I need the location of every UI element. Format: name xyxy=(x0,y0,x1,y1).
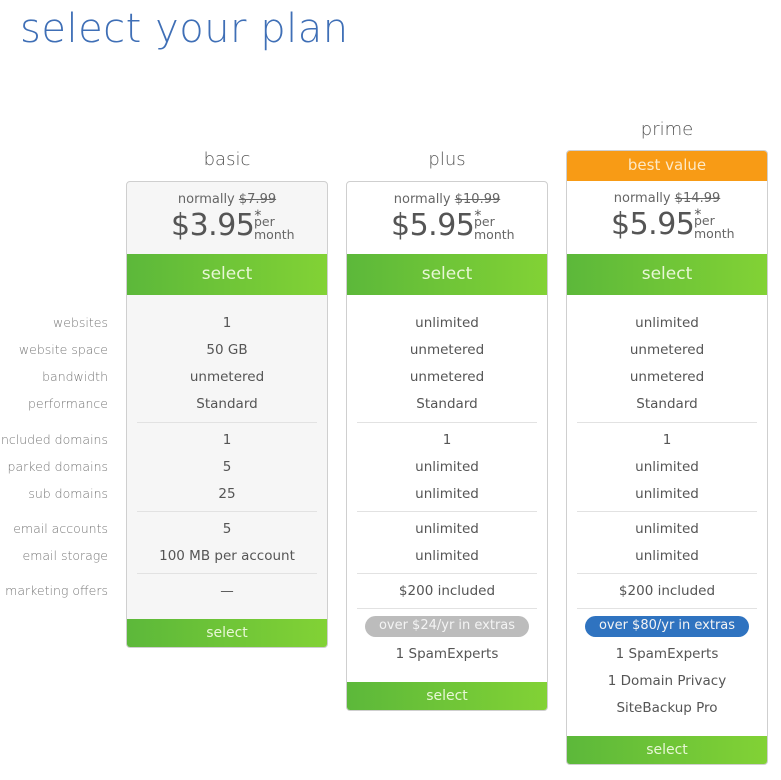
divider xyxy=(137,422,317,423)
price: $3.95* xyxy=(171,208,261,243)
feature-sub-domains: unlimited xyxy=(415,486,479,502)
divider xyxy=(357,422,537,423)
price: $5.95* xyxy=(611,207,701,242)
page-title: select your plan xyxy=(20,6,349,52)
feature-marketing-offers: $200 included xyxy=(398,583,496,599)
plan-card-prime: best value normally $14.99 $5.95* per mon… xyxy=(566,150,768,765)
bottom-select-button-prime[interactable]: select xyxy=(567,736,767,764)
plan-name-plus: plus xyxy=(428,149,466,170)
best-value-badge: best value xyxy=(567,151,767,181)
month-label: month xyxy=(474,227,515,242)
price-box: normally $10.99 $5.95* per month xyxy=(347,182,547,254)
label-marketing-offers: marketing offers xyxy=(5,583,108,598)
label-email-accounts: email accounts xyxy=(13,521,108,536)
normal-price: normally $14.99 xyxy=(567,191,767,206)
normally-label: normally xyxy=(393,192,451,207)
normal-price: normally $7.99 xyxy=(127,192,327,207)
divider xyxy=(577,511,757,512)
bottom-select-button-basic[interactable]: select xyxy=(127,619,327,647)
feature-bandwidth: unmetered xyxy=(629,369,705,385)
price-value: $3.95 xyxy=(171,208,255,243)
feature-performance: Standard xyxy=(196,396,258,412)
month-label: month xyxy=(694,226,735,241)
price-box: normally $7.99 $3.95* per month xyxy=(127,182,327,254)
feature-website-space: unmetered xyxy=(629,342,705,358)
divider xyxy=(577,422,757,423)
old-price: $14.99 xyxy=(674,191,721,206)
price: $5.95* xyxy=(391,208,481,243)
feature-included-domains: 1 xyxy=(222,432,232,448)
feature-performance: Standard xyxy=(416,396,478,412)
extra-item-domain-privacy: 1 Domain Privacy xyxy=(607,673,727,689)
label-email-storage: email storage xyxy=(22,548,109,563)
feature-marketing-offers: — xyxy=(220,583,234,599)
divider xyxy=(137,511,317,512)
select-button-basic[interactable]: select xyxy=(127,254,327,295)
feature-email-storage: unlimited xyxy=(415,548,479,564)
normally-label: normally xyxy=(613,191,671,206)
per-month: per month xyxy=(254,215,295,241)
feature-websites: 1 xyxy=(222,315,232,331)
extras-badge-prime: over $80/yr in extras xyxy=(585,616,749,637)
feature-bandwidth: unmetered xyxy=(409,369,485,385)
divider xyxy=(357,573,537,574)
feature-marketing-offers: $200 included xyxy=(618,583,716,599)
plan-name-prime: prime xyxy=(640,119,694,140)
divider xyxy=(577,573,757,574)
divider xyxy=(357,608,537,609)
normally-label: normally xyxy=(177,192,235,207)
feature-parked-domains: 5 xyxy=(222,459,232,475)
label-performance: performance xyxy=(27,396,108,411)
divider xyxy=(357,511,537,512)
price-value: $5.95 xyxy=(391,208,475,243)
feature-parked-domains: unlimited xyxy=(635,459,699,475)
label-included-domains: included domains xyxy=(0,432,108,447)
select-button-plus[interactable]: select xyxy=(347,254,547,295)
feature-email-accounts: unlimited xyxy=(415,521,479,537)
extra-item-spamexperts: 1 SpamExperts xyxy=(395,646,499,662)
feature-website-space: 50 GB xyxy=(206,342,248,358)
feature-websites: unlimited xyxy=(415,315,479,331)
feature-email-storage: unlimited xyxy=(635,548,699,564)
month-label: month xyxy=(254,227,295,242)
select-button-prime[interactable]: select xyxy=(567,254,767,295)
feature-performance: Standard xyxy=(636,396,698,412)
feature-email-accounts: unlimited xyxy=(635,521,699,537)
plan-name-basic: basic xyxy=(203,149,251,170)
feature-sub-domains: 25 xyxy=(218,486,236,502)
feature-email-storage: 100 MB per account xyxy=(159,548,295,564)
label-parked-domains: parked domains xyxy=(7,459,108,474)
per-month: per month xyxy=(474,215,515,241)
old-price: $7.99 xyxy=(238,192,277,207)
normal-price: normally $10.99 xyxy=(347,192,547,207)
price-box: normally $14.99 $5.95* per month xyxy=(567,181,767,254)
feature-website-space: unmetered xyxy=(409,342,485,358)
feature-parked-domains: unlimited xyxy=(415,459,479,475)
feature-bandwidth: unmetered xyxy=(189,369,265,385)
plan-card-plus: normally $10.99 $5.95* per month select u… xyxy=(346,181,548,711)
feature-sub-domains: unlimited xyxy=(635,486,699,502)
label-website-space: website space xyxy=(18,342,108,357)
bottom-select-button-plus[interactable]: select xyxy=(347,682,547,710)
feature-email-accounts: 5 xyxy=(222,521,232,537)
extras-badge-plus: over $24/yr in extras xyxy=(365,616,529,637)
feature-websites: unlimited xyxy=(635,315,699,331)
divider xyxy=(137,573,317,574)
feature-included-domains: 1 xyxy=(662,432,672,448)
divider xyxy=(577,608,757,609)
feature-included-domains: 1 xyxy=(442,432,452,448)
plan-card-basic: normally $7.99 $3.95* per month select 1 … xyxy=(126,181,328,648)
price-value: $5.95 xyxy=(611,207,695,242)
label-sub-domains: sub domains xyxy=(28,486,108,501)
extra-item-sitebackup-pro: SiteBackup Pro xyxy=(616,700,718,716)
extra-item-spamexperts: 1 SpamExperts xyxy=(615,646,719,662)
per-month: per month xyxy=(694,214,735,240)
label-websites: websites xyxy=(53,315,108,330)
label-bandwidth: bandwidth xyxy=(42,369,108,384)
old-price: $10.99 xyxy=(454,192,501,207)
